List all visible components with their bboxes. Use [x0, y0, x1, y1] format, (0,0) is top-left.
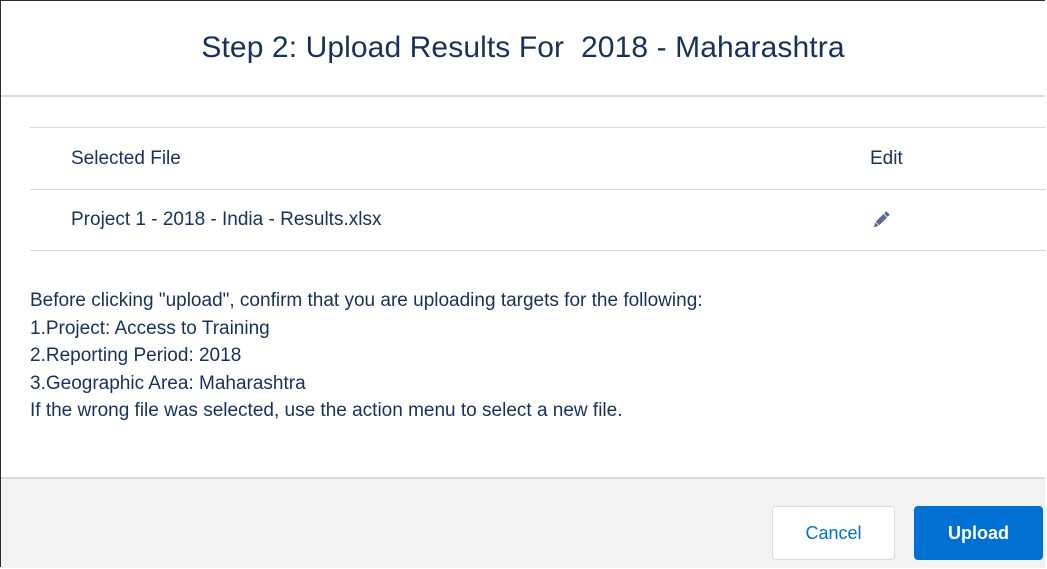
- instruction-geographic-area: 3.Geographic Area: Maharashtra: [30, 372, 306, 394]
- column-header-selected-file: Selected File: [71, 147, 181, 169]
- selected-file-table: Selected File Edit Project 1 - 2018 - In…: [30, 127, 1046, 251]
- instruction-wrong-file-note: If the wrong file was selected, use the …: [30, 400, 623, 421]
- table-header-row: Selected File Edit: [30, 127, 1046, 189]
- table-row: Project 1 - 2018 - India - Results.xlsx: [30, 189, 1046, 251]
- upload-instructions: Before clicking "upload", confirm that y…: [30, 287, 703, 425]
- pencil-icon: [873, 211, 890, 228]
- column-header-edit: Edit: [870, 147, 903, 169]
- cancel-button[interactable]: Cancel: [772, 506, 895, 560]
- modal-footer: Cancel Upload: [1, 477, 1045, 568]
- modal-header: Step 2: Upload Results For 2018 - Mahara…: [1, 1, 1045, 97]
- upload-results-modal: Step 2: Upload Results For 2018 - Mahara…: [0, 0, 1046, 568]
- selected-file-name: Project 1 - 2018 - India - Results.xlsx: [71, 209, 382, 230]
- instruction-reporting-period: 2.Reporting Period: 2018: [30, 345, 242, 366]
- modal-title: Step 2: Upload Results For 2018 - Mahara…: [201, 31, 845, 64]
- upload-button[interactable]: Upload: [914, 506, 1043, 560]
- instruction-project: 1.Project: Access to Training: [30, 317, 270, 339]
- edit-file-button[interactable]: [870, 209, 892, 231]
- instruction-intro: Before clicking "upload", confirm that y…: [30, 290, 703, 311]
